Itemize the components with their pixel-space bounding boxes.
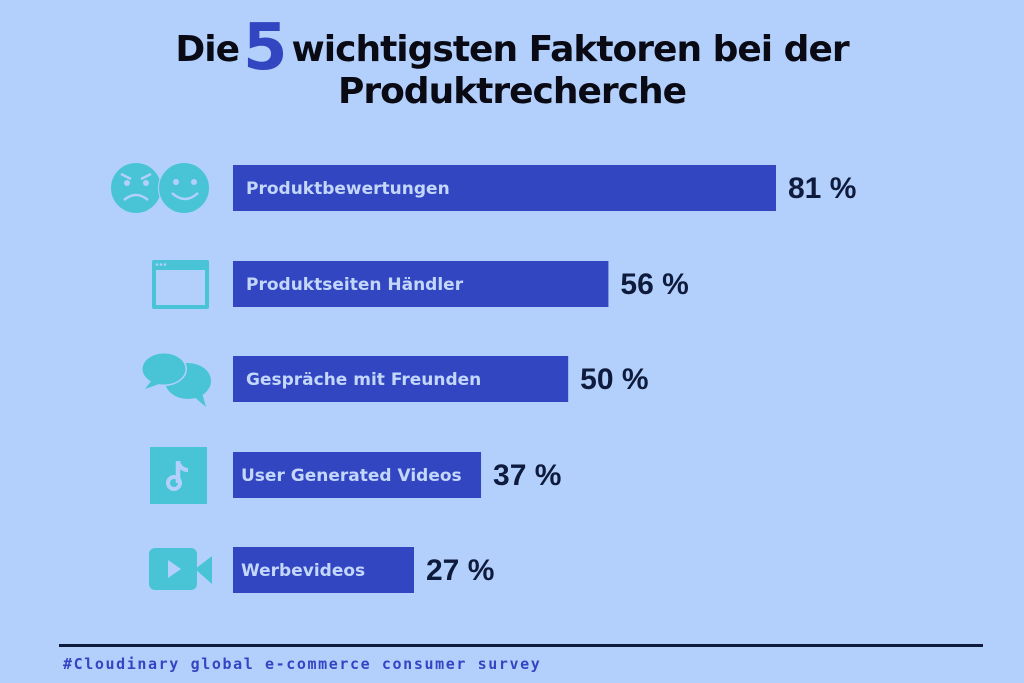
bar-category-label: Produktbewertungen <box>246 179 450 199</box>
bar-value-label: 50 % <box>580 363 648 396</box>
bar-category-label: Werbevideos <box>241 561 365 581</box>
bar-value-label: 37 % <box>493 459 561 492</box>
bar-chart: Produktbewertungen 81 % Produktseiten Händ… <box>111 162 856 593</box>
bar-category-label: Gespräche mit Freunden <box>246 370 481 390</box>
tiktok-icon <box>150 447 207 504</box>
bar-category-label: Produktseiten Händler <box>246 275 464 295</box>
faces-icon <box>111 162 210 214</box>
footer-source: #Cloudinary global e-commerce consumer s… <box>63 655 542 673</box>
bar-value-label: 56 % <box>620 268 688 301</box>
browser-window-icon <box>152 260 209 309</box>
speech-bubbles-icon <box>141 352 211 407</box>
bar-category-label: User Generated Videos <box>241 466 462 486</box>
video-camera-icon <box>149 548 212 590</box>
footer-divider <box>59 644 983 647</box>
bar-value-label: 81 % <box>788 172 856 205</box>
bar-value-label: 27 % <box>426 554 494 587</box>
